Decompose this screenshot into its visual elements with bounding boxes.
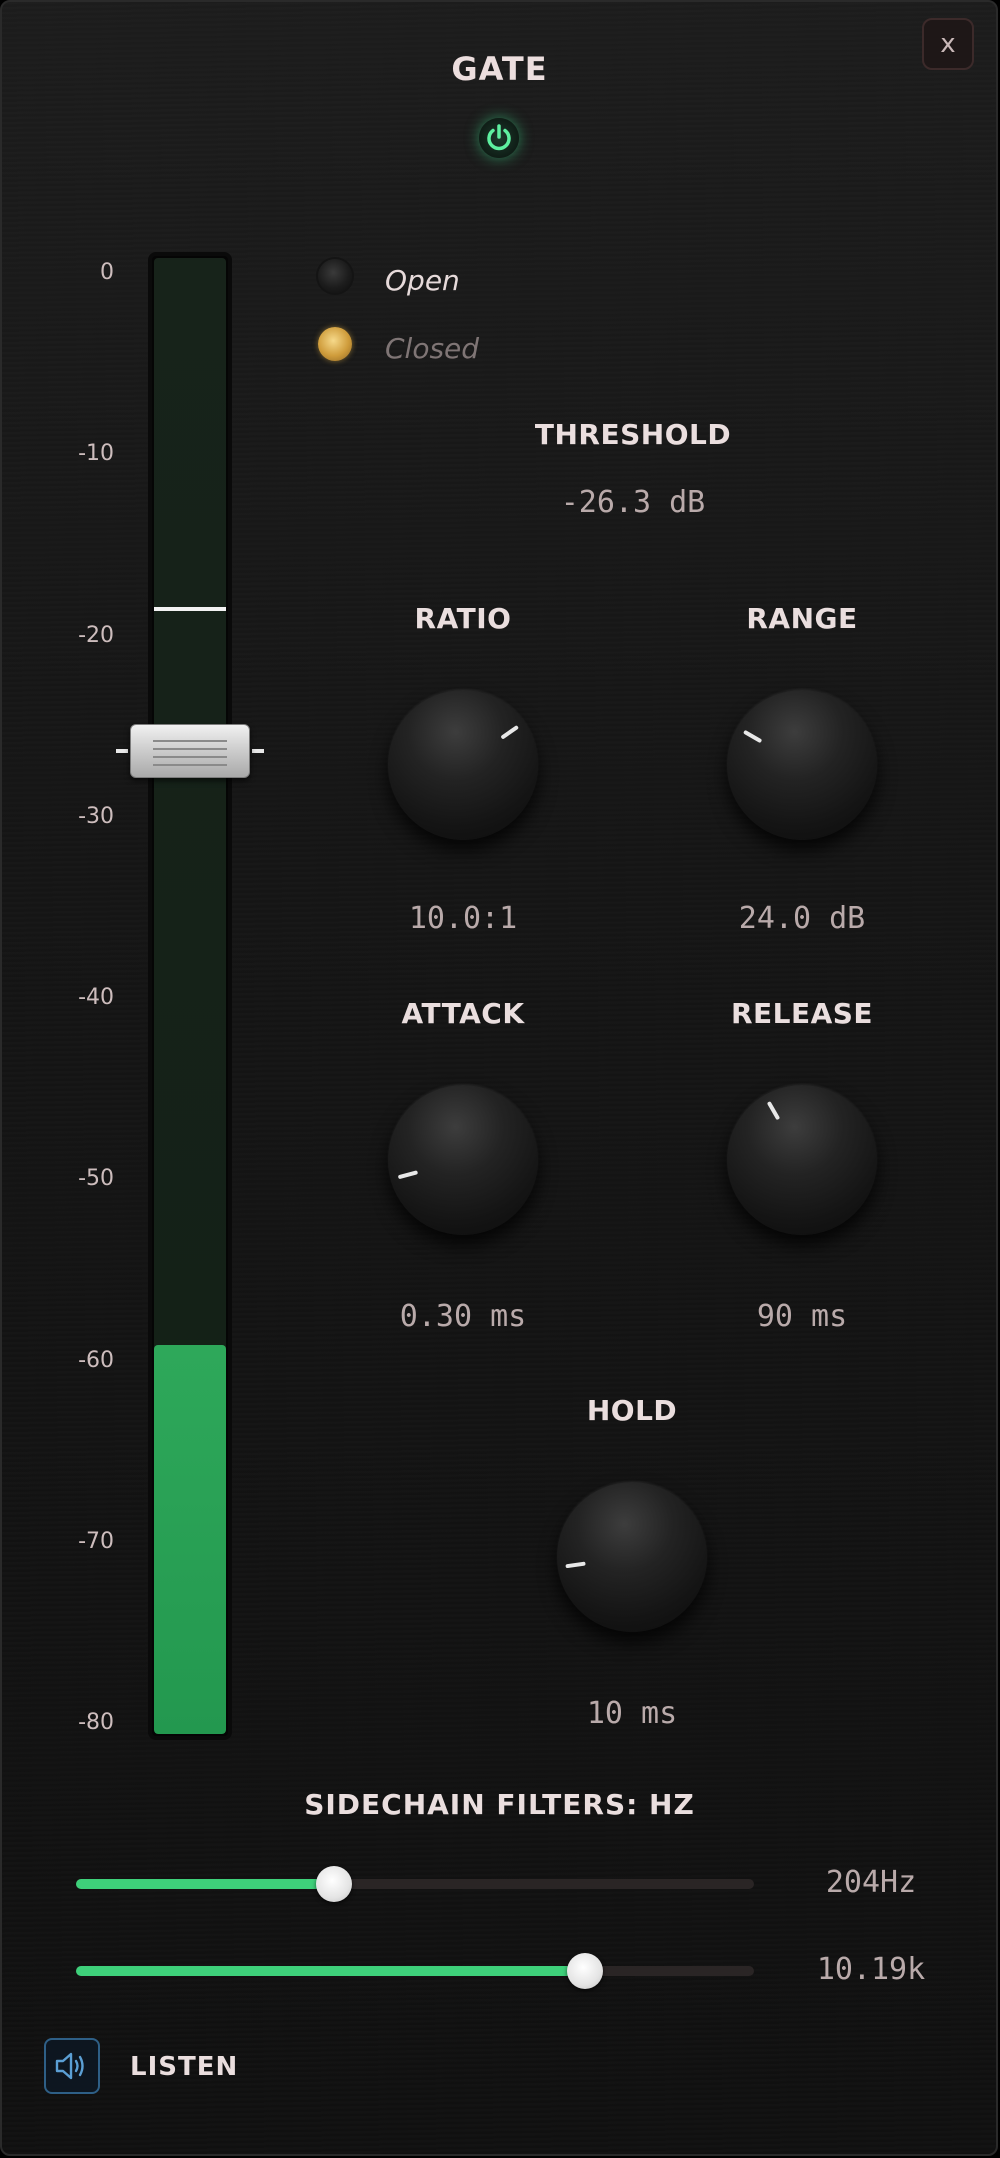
ratio-label: RATIO [414, 602, 512, 635]
meter-scale-label: 0 [100, 260, 114, 285]
listen-button[interactable] [44, 2038, 100, 2094]
attack-value: 0.30 ms [399, 1299, 527, 1334]
level-meter [148, 252, 232, 1740]
closed-status-led [318, 327, 352, 361]
slider-fill [76, 1879, 334, 1889]
threshold-handle-tick-right [252, 748, 264, 753]
release-label: RELEASE [730, 997, 874, 1030]
closed-status-label: Closed [385, 332, 480, 365]
gate-panel: GATE x Open Closed THRESHOLD -26.3 dB RA… [0, 0, 998, 2156]
peak-hold-line [154, 607, 226, 612]
hold-value: 10 ms [586, 1696, 678, 1731]
meter-scale-label: -20 [78, 622, 114, 648]
release-value: 90 ms [756, 1299, 848, 1334]
knob-indicator [500, 724, 520, 740]
range-label: RANGE [746, 602, 858, 635]
threshold-value: -26.3 dB [560, 485, 706, 520]
sidechain-high-value: 10.19k [816, 1952, 926, 1987]
hold-label: HOLD [586, 1394, 678, 1427]
threshold-label: THRESHOLD [534, 418, 732, 451]
attack-knob[interactable] [388, 1085, 538, 1235]
open-status-label: Open [385, 264, 460, 297]
meter-scale-label: -80 [78, 1710, 114, 1735]
range-knob[interactable] [727, 690, 877, 840]
sidechain-low-slider-thumb[interactable] [315, 1866, 352, 1902]
handle-grip-line [153, 763, 227, 766]
sidechain-filters-label: SIDECHAIN FILTERS: HZ [304, 1788, 695, 1821]
power-icon [487, 124, 511, 151]
meter-scale-label: -40 [78, 985, 114, 1010]
threshold-slider-handle[interactable] [130, 723, 250, 778]
threshold-handle-tick-left [116, 748, 128, 753]
sidechain-high-slider[interactable] [76, 1966, 754, 1976]
listen-label: LISTEN [130, 2052, 239, 2082]
knob-indicator [397, 1170, 419, 1180]
ratio-knob[interactable] [388, 690, 538, 840]
ratio-value: 10.0:1 [408, 901, 518, 936]
handle-grip-line [153, 747, 227, 750]
attack-label: ATTACK [401, 997, 525, 1030]
meter-scale-label: -10 [78, 441, 114, 467]
handle-grip-line [153, 739, 227, 742]
meter-scale-label: -70 [78, 1528, 114, 1554]
knob-indicator [565, 1561, 586, 1569]
open-status-led [318, 259, 352, 293]
meter-level-fill [154, 1345, 226, 1734]
panel-title: GATE [451, 50, 548, 88]
range-value: 24.0 dB [738, 901, 866, 936]
knob-indicator [766, 1100, 781, 1121]
meter-scale-label: -50 [78, 1166, 114, 1192]
close-button[interactable]: x [922, 18, 974, 70]
release-knob[interactable] [727, 1085, 877, 1235]
handle-grip-line [153, 755, 227, 758]
meter-track [154, 258, 226, 1734]
meter-scale-label: -30 [78, 803, 114, 829]
slider-fill [76, 1966, 585, 1976]
sidechain-low-value: 204Hz [825, 1865, 917, 1900]
hold-knob[interactable] [557, 1482, 707, 1632]
sidechain-low-slider[interactable] [76, 1879, 754, 1889]
power-button[interactable] [479, 118, 519, 158]
knob-indicator [742, 729, 763, 744]
meter-scale-label: -60 [78, 1347, 114, 1373]
sidechain-high-slider-thumb[interactable] [566, 1953, 603, 1989]
speaker-icon [55, 2052, 84, 2080]
